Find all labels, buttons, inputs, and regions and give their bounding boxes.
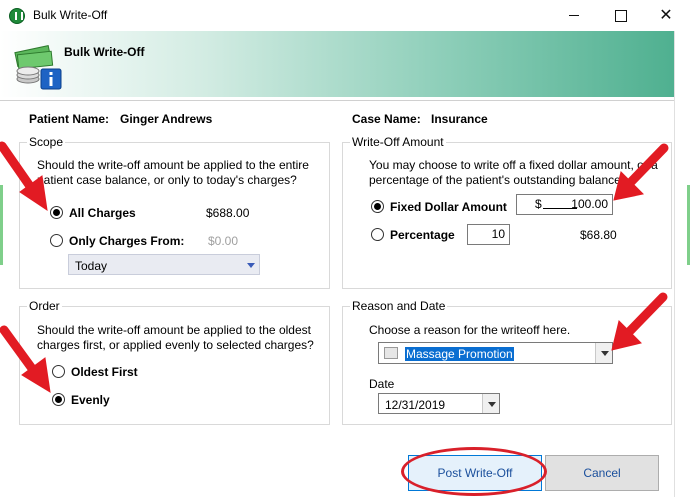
writeoff-amount-group: Write-Off Amount You may choose to write… [342, 135, 672, 289]
calendar-dropdown-icon[interactable] [482, 394, 499, 413]
reason-date-title: Reason and Date [350, 299, 448, 313]
all-charges-label[interactable]: All Charges [69, 206, 136, 220]
chevron-down-icon[interactable] [595, 343, 612, 363]
order-question: Should the write-off amount be applied t… [37, 323, 314, 352]
percentage-input[interactable]: 10 [467, 224, 510, 245]
date-value: 12/31/2019 [385, 398, 446, 412]
percentage-label[interactable]: Percentage [390, 228, 455, 242]
document-icon [384, 347, 398, 359]
only-charges-from-amount: $0.00 [208, 234, 239, 248]
window-edge [674, 31, 675, 497]
case-name-value: Insurance [431, 112, 488, 126]
reason-select[interactable]: Massage Promotion [378, 342, 613, 364]
patient-name-label: Patient Name: [29, 112, 110, 126]
window-title: Bulk Write-Off [33, 8, 108, 22]
annotation-circle [401, 447, 547, 496]
order-group: Order Should the write-off amount be app… [19, 299, 330, 425]
fixed-dollar-label[interactable]: Fixed Dollar Amount [390, 200, 507, 214]
header-separator [0, 100, 674, 101]
title-bar: Bulk Write-Off ✕ [0, 0, 690, 31]
percentage-amount: $68.80 [580, 228, 617, 242]
cancel-button[interactable]: Cancel [545, 455, 659, 491]
oldest-first-label[interactable]: Oldest First [71, 365, 138, 379]
date-range-select[interactable]: Today [68, 254, 260, 275]
banner-title: Bulk Write-Off [64, 45, 145, 59]
dollar-underline [543, 208, 577, 209]
scope-question: Should the write-off amount be applied t… [37, 158, 309, 187]
reason-selected-value: Massage Promotion [405, 347, 514, 361]
fixed-dollar-input[interactable]: $ 100.00 [516, 194, 613, 215]
scope-group: Scope Should the write-off amount be app… [19, 135, 330, 289]
money-info-icon [14, 45, 62, 90]
background-edge-mark [0, 185, 3, 265]
maximize-button[interactable] [597, 0, 643, 31]
minimize-button[interactable] [551, 0, 597, 31]
scope-title: Scope [27, 135, 66, 149]
only-charges-from-radio[interactable] [50, 234, 63, 247]
patient-name-value: Ginger Andrews [120, 112, 213, 126]
reason-prompt: Choose a reason for the writeoff here. [369, 323, 571, 337]
evenly-label[interactable]: Evenly [71, 393, 110, 407]
writeoff-amount-title: Write-Off Amount [350, 135, 446, 149]
close-button[interactable]: ✕ [643, 0, 689, 31]
case-name-label: Case Name: [352, 112, 421, 126]
all-charges-amount: $688.00 [206, 206, 250, 220]
date-label: Date [369, 377, 395, 391]
app-logo-icon [9, 8, 25, 24]
order-title: Order [27, 299, 62, 313]
dollar-prefix: $ [535, 197, 542, 211]
only-charges-from-label[interactable]: Only Charges From: [69, 234, 184, 248]
header-banner: Bulk Write-Off [0, 31, 674, 97]
percentage-radio[interactable] [371, 228, 384, 241]
date-range-value: Today [75, 259, 108, 273]
oldest-first-radio[interactable] [52, 365, 65, 378]
writeoff-description: You may choose to write off a fixed doll… [369, 158, 658, 187]
date-picker[interactable]: 12/31/2019 [378, 393, 500, 414]
reason-date-group: Reason and Date Choose a reason for the … [342, 299, 672, 425]
chevron-down-icon[interactable] [242, 255, 259, 274]
evenly-radio[interactable] [52, 393, 65, 406]
fixed-dollar-radio[interactable] [371, 200, 384, 213]
all-charges-radio[interactable] [50, 206, 63, 219]
